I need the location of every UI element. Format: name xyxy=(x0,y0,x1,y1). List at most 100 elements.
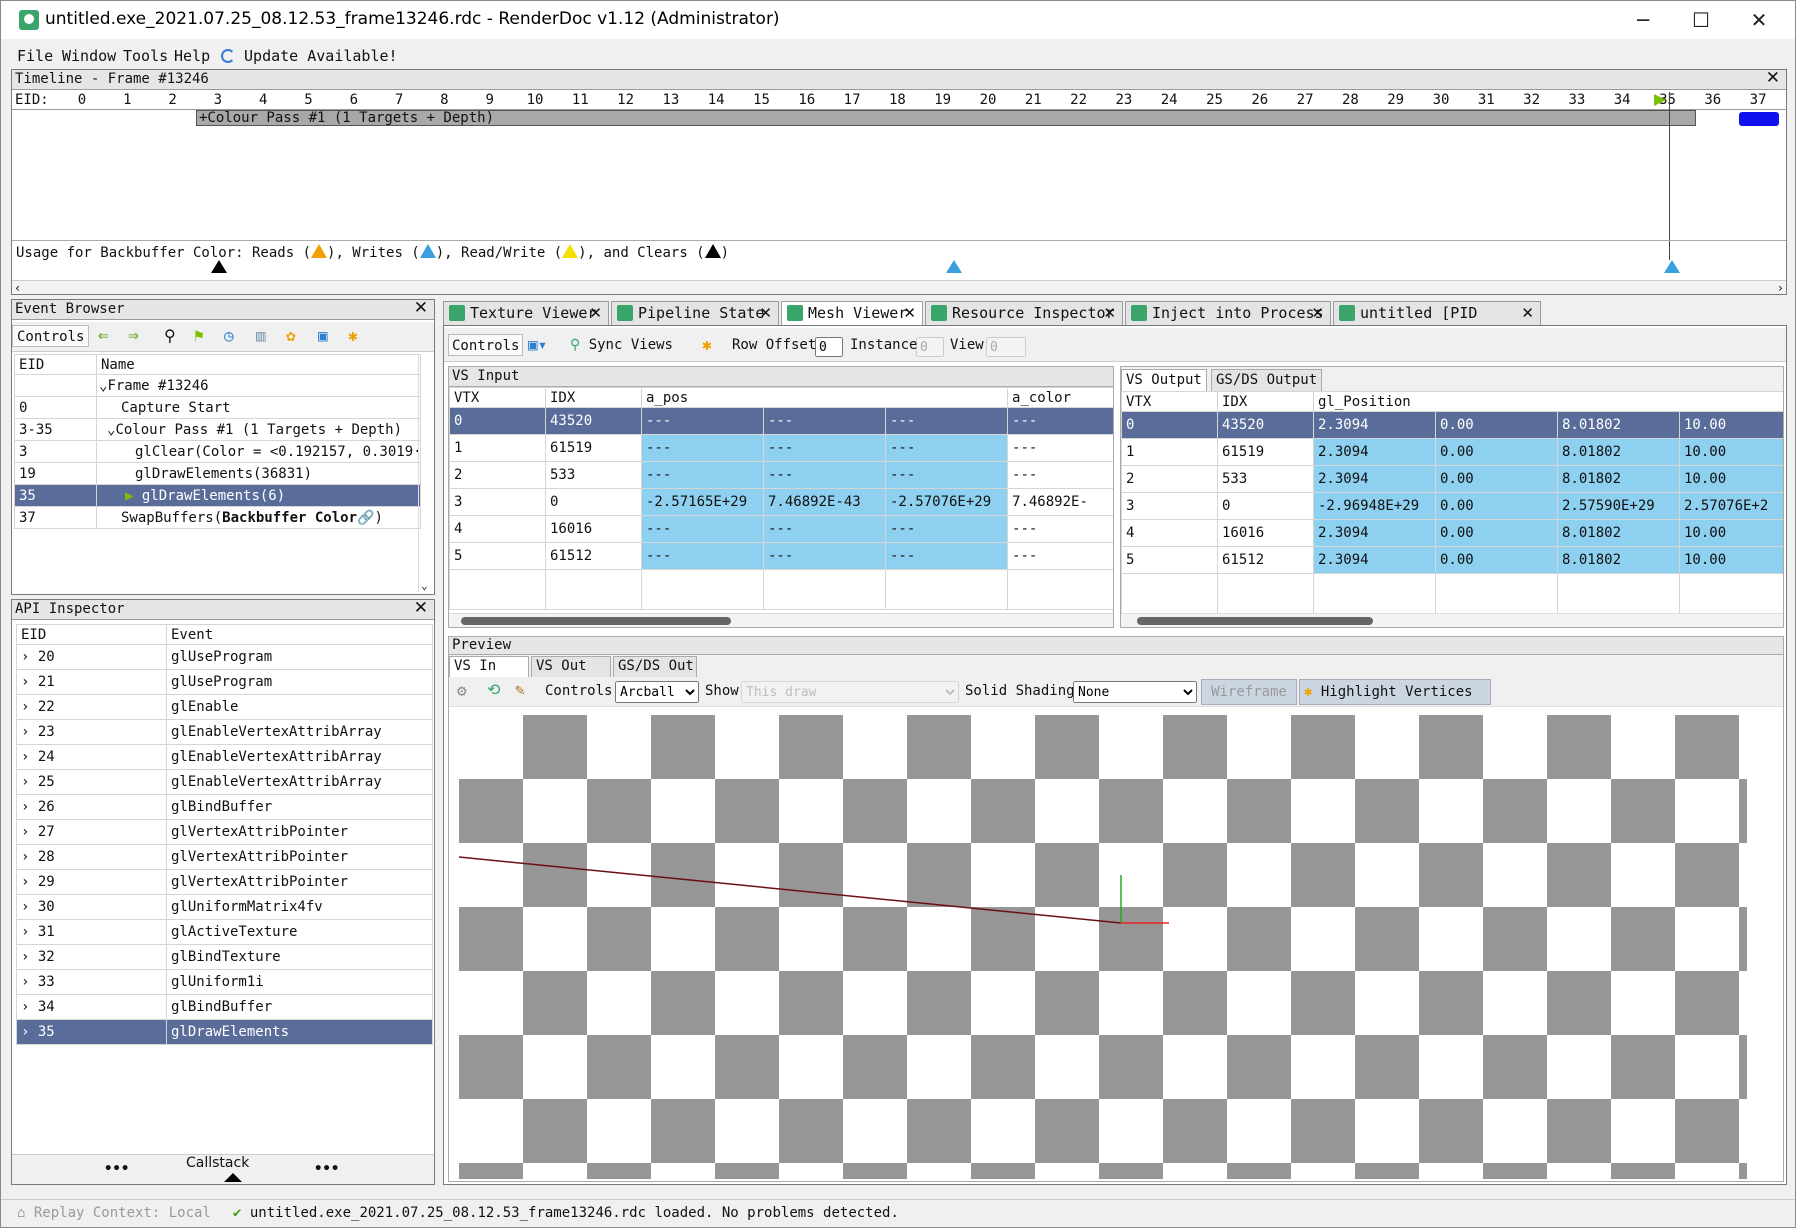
timeline-tick[interactable]: 13 xyxy=(656,92,686,108)
event-row-selected[interactable]: 35 ▶ glDrawElements(6) xyxy=(14,484,421,507)
tab-pipeline-state[interactable]: Pipeline State ✕ xyxy=(611,301,779,325)
expand-chevron-icon[interactable]: › xyxy=(21,649,29,665)
callstack-label[interactable]: Callstack xyxy=(186,1155,249,1171)
timeline-ruler[interactable]: EID: 0 1 2 3 4 5 6 7 8 9 10 11 12 13 14 15 16 17 18 19 20 21 2… xyxy=(12,92,1786,110)
event-row[interactable]: ⌄Frame #13246 xyxy=(14,374,421,397)
tab-resource-inspector[interactable]: Resource Inspector ✕ xyxy=(925,301,1123,325)
tab-untitled-pid[interactable]: untitled [PID 75228]✕ xyxy=(1333,301,1541,344)
replay-context[interactable]: ⌂ Replay Context: Local xyxy=(17,1205,211,1221)
api-row[interactable]: › 34 glBindBuffer xyxy=(16,994,433,1020)
timeline-tick[interactable]: 22 xyxy=(1064,92,1094,108)
timeline-tick[interactable]: 36 xyxy=(1698,92,1728,108)
time-icon[interactable]: ◷ xyxy=(224,325,234,347)
write-usage-marker[interactable] xyxy=(946,260,962,273)
event-row[interactable]: 19 glDrawElements(36831) xyxy=(14,462,421,485)
wireframe-toggle[interactable]: Wireframe xyxy=(1201,679,1297,705)
tab-vs-output[interactable]: VS Output xyxy=(1121,369,1207,391)
minimize-button[interactable]: ─ xyxy=(1614,1,1672,39)
timeline-tick[interactable]: 17 xyxy=(837,92,867,108)
reset-camera-icon[interactable]: ⟲ xyxy=(487,680,500,699)
left-splitter-dots[interactable]: ••• xyxy=(104,1161,129,1177)
api-row[interactable]: › 28 glVertexAttribPointer xyxy=(16,844,433,870)
timeline-tick[interactable]: 20 xyxy=(973,92,1003,108)
event-browser-scrollbar[interactable]: ⌄ xyxy=(418,354,432,592)
tab-texture-viewer[interactable]: Texture Viewer ✕ xyxy=(443,301,609,325)
close-tab-icon[interactable]: ✕ xyxy=(589,302,602,324)
gl-position-header[interactable]: gl_Position xyxy=(1312,391,1783,412)
expand-chevron-icon[interactable]: › xyxy=(21,774,29,790)
api-row[interactable]: › 21 glUseProgram xyxy=(16,669,433,695)
mesh-preview-viewport[interactable] xyxy=(459,715,1747,1179)
expand-chevron-icon[interactable]: › xyxy=(21,924,29,940)
settings-icon[interactable]: ✿ xyxy=(286,325,296,347)
timeline-tick[interactable]: 33 xyxy=(1562,92,1592,108)
expand-chevron-icon[interactable]: › xyxy=(21,749,29,765)
vertex-row-selected[interactable]: 0 43520 2.3094 0.00 8.01802 10.00 xyxy=(1121,411,1783,439)
expand-chevron-icon[interactable]: › xyxy=(21,849,29,865)
timeline-tick[interactable]: 25 xyxy=(1200,92,1230,108)
timeline-close-icon[interactable]: ✕ xyxy=(1766,69,1780,88)
timeline-tick[interactable]: 32 xyxy=(1517,92,1547,108)
event-row[interactable]: 0 Capture Start xyxy=(14,396,421,419)
timeline-tick[interactable]: 10 xyxy=(520,92,550,108)
tab-gs-ds-out[interactable]: GS/DS Out xyxy=(613,656,697,677)
close-tab-icon[interactable]: ✕ xyxy=(759,302,772,324)
event-row[interactable]: 3 glClear(Color = <0.192157, 0.3019··· xyxy=(14,440,421,463)
export-save-icon[interactable]: ▣▾ xyxy=(528,334,547,356)
vertex-row[interactable]: 3 0 -2.96948E+29 0.00 2.57590E+29 2.57076E+2 xyxy=(1121,492,1783,520)
menu-window[interactable]: Window xyxy=(62,47,116,65)
scroll-right-icon[interactable]: › xyxy=(1777,281,1784,295)
highlight-vertices-toggle[interactable]: ✱ Highlight Vertices xyxy=(1299,679,1491,705)
vtx-header[interactable]: VTX xyxy=(449,387,546,408)
expand-chevron-icon[interactable]: › xyxy=(21,1024,29,1040)
tab-mesh-viewer[interactable]: Mesh Viewer ✕ xyxy=(781,301,923,325)
timeline-tick[interactable]: 34 xyxy=(1607,92,1637,108)
timeline-tick[interactable]: 23 xyxy=(1109,92,1139,108)
timeline-tick[interactable]: 19 xyxy=(928,92,958,108)
expand-chevron-icon[interactable]: › xyxy=(21,899,29,915)
expand-chevron-icon[interactable]: › xyxy=(21,974,29,990)
scroll-thumb[interactable] xyxy=(1137,617,1373,625)
api-event-header[interactable]: Event xyxy=(166,624,433,645)
vs-output-hscrollbar[interactable] xyxy=(1121,613,1783,627)
eid-header[interactable]: EID xyxy=(14,354,97,375)
expand-chevron-icon[interactable]: › xyxy=(21,824,29,840)
timeline-tick[interactable]: 9 xyxy=(475,92,505,108)
api-row[interactable]: › 27 glVertexAttribPointer xyxy=(16,819,433,845)
tab-vs-out[interactable]: VS Out xyxy=(531,656,611,677)
expand-chevron-icon[interactable]: › xyxy=(21,949,29,965)
timeline-tick[interactable]: 15 xyxy=(747,92,777,108)
next-arrow-icon[interactable]: ⇒ xyxy=(128,325,139,347)
gear-icon[interactable]: ⚙ xyxy=(457,681,467,700)
api-row[interactable]: › 33 glUniform1i xyxy=(16,969,433,995)
vs-input-hscrollbar[interactable] xyxy=(449,613,1113,627)
menu-tools[interactable]: Tools xyxy=(123,47,168,65)
controls-button[interactable]: Controls xyxy=(448,334,524,356)
timeline-tick[interactable]: 29 xyxy=(1381,92,1411,108)
timeline-tick[interactable]: 24 xyxy=(1154,92,1184,108)
timeline-tick[interactable]: 18 xyxy=(882,92,912,108)
timeline-tick[interactable]: 30 xyxy=(1426,92,1456,108)
vertex-row[interactable]: 1 61519 --- --- --- --- xyxy=(449,434,1113,462)
a-color-header[interactable]: a_color xyxy=(1007,387,1113,408)
api-eid-header[interactable]: EID xyxy=(16,624,167,645)
timeline-tick[interactable]: 27 xyxy=(1290,92,1320,108)
api-row-selected[interactable]: › 35 glDrawElements xyxy=(16,1019,433,1045)
vertex-row[interactable]: 5 61512 --- --- --- --- xyxy=(449,542,1113,570)
show-select[interactable]: This draw xyxy=(741,681,959,703)
timeline-tick[interactable]: 6 xyxy=(339,92,369,108)
timeline-tick[interactable]: 7 xyxy=(384,92,414,108)
shading-select[interactable]: None xyxy=(1073,681,1197,703)
update-available-link[interactable]: Update Available! xyxy=(221,47,398,65)
scroll-down-icon[interactable]: ⌄ xyxy=(421,579,428,592)
close-tab-icon[interactable]: ✕ xyxy=(1521,302,1534,324)
expand-chevron-icon[interactable]: › xyxy=(21,874,29,890)
timeline-tick[interactable]: 8 xyxy=(429,92,459,108)
timeline-tick[interactable]: 12 xyxy=(611,92,641,108)
vertex-row[interactable]: 3 0 -2.57165E+29 7.46892E-43 -2.57076E+29 7.4… xyxy=(449,488,1113,516)
maximize-button[interactable]: ☐ xyxy=(1672,1,1730,39)
bookmark-flag-icon[interactable]: ⚑ xyxy=(194,325,204,347)
clear-usage-marker[interactable] xyxy=(211,260,227,273)
tab-inject-into-process[interactable]: Inject into Process ✕ xyxy=(1125,301,1331,325)
menu-file[interactable]: File xyxy=(17,47,53,65)
